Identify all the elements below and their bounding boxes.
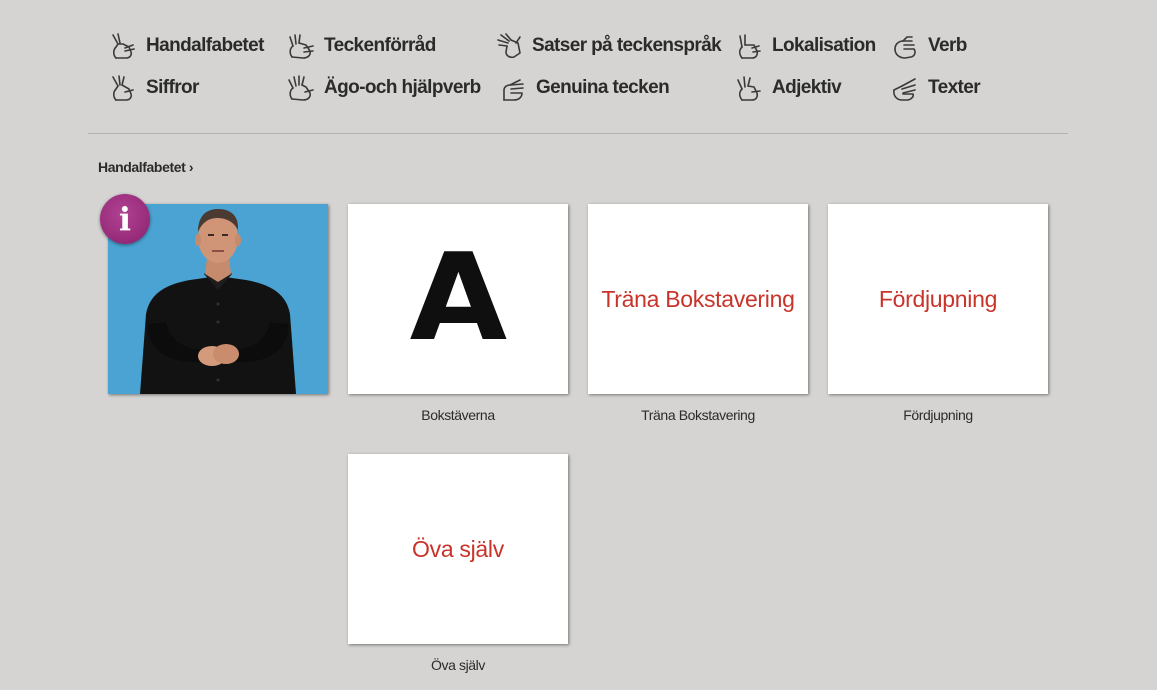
nav-item-satser[interactable]: Satser på teckenspråk xyxy=(494,30,722,62)
nav-item-lokalisation[interactable]: Lokalisation xyxy=(734,30,876,62)
hand-sign-icon xyxy=(890,73,920,103)
nav-item-label: Satser på teckenspråk xyxy=(532,35,722,56)
tile-letter: A xyxy=(409,229,507,368)
tile-title: Träna Bokstavering xyxy=(601,285,795,312)
nav-item-adjektiv[interactable]: Adjektiv xyxy=(734,72,842,104)
tile-title: Fördjupning xyxy=(878,285,998,312)
hand-sign-icon xyxy=(498,73,528,103)
tile-bokstaverna[interactable]: A xyxy=(348,204,568,394)
nav-item-verb[interactable]: Verb xyxy=(890,30,967,62)
nav-item-label: Lokalisation xyxy=(772,35,876,56)
tile-title: Öva själv xyxy=(412,535,504,562)
nav-divider xyxy=(88,133,1068,134)
nav-item-ago-och-hjalpverb[interactable]: Ägo-och hjälpverb xyxy=(286,72,481,104)
hand-sign-icon xyxy=(890,31,920,61)
hand-sign-icon xyxy=(108,31,138,61)
nav-item-handalfabetet[interactable]: Handalfabetet xyxy=(108,30,264,62)
tile-trana-bokstavering[interactable]: Träna Bokstavering xyxy=(588,204,808,394)
tile-fordjupning[interactable]: Fördjupning xyxy=(828,204,1048,394)
nav-item-teckenforrad[interactable]: Teckenförråd xyxy=(286,30,436,62)
nav-item-label: Verb xyxy=(928,35,967,56)
nav-item-label: Texter xyxy=(928,77,981,98)
tile-caption[interactable]: Fördjupning xyxy=(828,407,1048,423)
nav-item-label: Genuina tecken xyxy=(536,77,670,98)
hand-sign-icon xyxy=(286,73,316,103)
nav-item-label: Teckenförråd xyxy=(324,35,436,56)
hand-sign-icon xyxy=(494,31,524,61)
nav-item-siffror[interactable]: Siffror xyxy=(108,72,199,104)
tile-caption[interactable]: Öva själv xyxy=(348,657,568,673)
category-nav: Handalfabetet Teckenförråd Satser på tec… xyxy=(108,30,1028,110)
page: Handalfabetet Teckenförråd Satser på tec… xyxy=(0,0,1157,690)
tile-caption[interactable]: Bokstäverna xyxy=(348,407,568,423)
hand-sign-icon xyxy=(734,31,764,61)
nav-item-label: Siffror xyxy=(146,77,199,98)
tile-ova-sjalv[interactable]: Öva själv xyxy=(348,454,568,644)
breadcrumb[interactable]: Handalfabetet › xyxy=(98,159,194,175)
hand-sign-icon xyxy=(286,31,316,61)
nav-item-label: Handalfabetet xyxy=(146,35,264,56)
info-icon[interactable]: i xyxy=(100,194,150,244)
hand-sign-icon xyxy=(734,73,764,103)
hand-sign-icon xyxy=(108,73,138,103)
nav-item-label: Adjektiv xyxy=(772,77,842,98)
tile-caption[interactable]: Träna Bokstavering xyxy=(588,407,808,423)
nav-item-texter[interactable]: Texter xyxy=(890,72,981,104)
nav-item-genuina-tecken[interactable]: Genuina tecken xyxy=(498,72,670,104)
nav-item-label: Ägo-och hjälpverb xyxy=(324,77,481,98)
